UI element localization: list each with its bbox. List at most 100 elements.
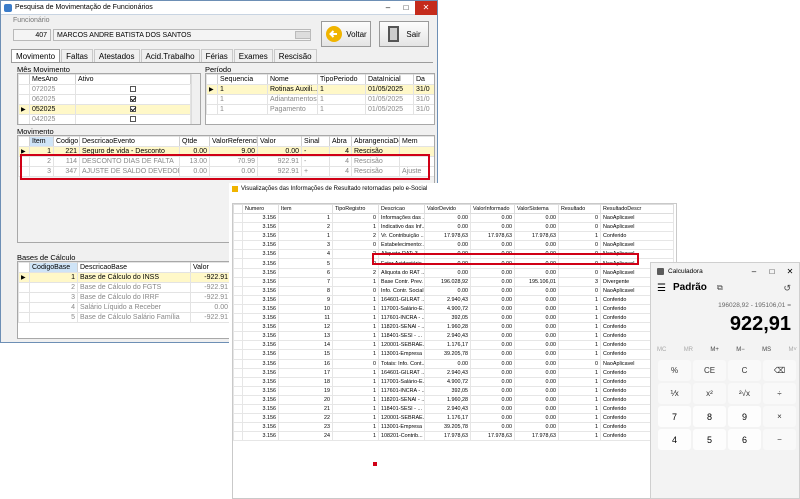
table-row[interactable]: 3.156 17 1 164601-GILRAT ... 2.940,43 0.00 0.0… bbox=[233, 367, 674, 378]
table-row[interactable]: 3 Base de Cálculo do IRRF -922.91 bbox=[18, 292, 230, 303]
col-ativo[interactable]: Ativo bbox=[75, 74, 191, 85]
col-valor[interactable]: Valor bbox=[257, 136, 302, 147]
tab-atestados[interactable]: Atestados bbox=[93, 49, 140, 63]
col-abrangencia[interactable]: AbrangenciaDe bbox=[351, 136, 400, 147]
ce-key[interactable]: CE bbox=[693, 360, 726, 381]
minus-key[interactable]: − bbox=[763, 429, 796, 450]
digit-4-key[interactable]: 4 bbox=[658, 429, 691, 450]
col-qtde[interactable]: Qtde bbox=[179, 136, 210, 147]
square-key[interactable]: x² bbox=[693, 383, 726, 404]
table-row[interactable]: 1 Pagamento 1 01/05/2025 31/0 bbox=[206, 104, 434, 115]
table-row[interactable]: 3.156 11 1 117601-INCRA - ... 392,05 0.00 0.00… bbox=[233, 313, 674, 324]
table-row[interactable]: 3.156 18 1 117001-Salário-E... 4.900,72 0.00 0… bbox=[233, 376, 674, 387]
results-grid[interactable]: Numero Item TipoRegistro Descricao ValorDevi… bbox=[232, 203, 677, 499]
close-button[interactable]: ✕ bbox=[781, 267, 799, 276]
col-datafinal[interactable]: Da bbox=[413, 74, 434, 85]
table-row[interactable]: 3.156 19 1 117601-INCRA - ... 392,05 0.00 0.00… bbox=[233, 385, 674, 396]
ativo-checkbox[interactable] bbox=[130, 96, 136, 103]
col-codigo[interactable]: Codigo bbox=[53, 136, 80, 147]
mr-button[interactable]: MR bbox=[684, 347, 693, 353]
ativo-checkbox[interactable] bbox=[130, 86, 136, 93]
table-row[interactable]: 3.156 6 2 Aliquota do RAT ... 0.00 0.00 0.00 0 N… bbox=[233, 267, 674, 278]
table-row[interactable]: 042025 bbox=[18, 114, 191, 124]
table-row[interactable]: 3.156 1 2 Vr. Contribuição ... 17.978,63 17.9… bbox=[233, 231, 674, 242]
col-descricaoevento[interactable]: DescricaoEvento bbox=[79, 136, 180, 147]
tab-ferias[interactable]: Férias bbox=[200, 49, 233, 63]
table-row[interactable]: 3.156 8 0 Info. Contr. Social... 0.00 0.00 0.0… bbox=[233, 285, 674, 296]
table-row[interactable]: 4 Salário Líquido a Receber 0.00 bbox=[18, 302, 230, 313]
col-descricaobase[interactable]: DescricaoBase bbox=[77, 262, 191, 273]
table-row[interactable]: 3.156 21 1 118401-SESI - ... 2.940,43 0.00 0.0… bbox=[233, 403, 674, 415]
table-row-selected[interactable]: ▶ 1 Rotinas Auxili... 1 01/05/2025 31/0 bbox=[206, 84, 434, 95]
col-descricao[interactable]: Descricao bbox=[378, 204, 425, 214]
minimize-button[interactable]: – bbox=[745, 267, 763, 276]
col-numero[interactable]: Numero bbox=[242, 204, 279, 214]
col-item[interactable]: Item bbox=[29, 136, 54, 147]
voltar-button[interactable]: Voltar bbox=[321, 21, 371, 47]
col-datainicial[interactable]: DataInicial bbox=[365, 74, 414, 85]
digit-5-key[interactable]: 5 bbox=[693, 429, 726, 450]
table-row[interactable]: 5 Base de Cálculo Salário Família -922.91 bbox=[18, 312, 230, 323]
table-row[interactable]: 3.156 2 1 Indicativo das Inf... 0.00 0.00 0.00… bbox=[233, 222, 674, 233]
maximize-button[interactable]: □ bbox=[763, 267, 781, 276]
maximize-button[interactable]: □ bbox=[397, 1, 415, 15]
digit-7-key[interactable]: 7 bbox=[658, 406, 691, 427]
table-row[interactable]: 3.156 24 1 108201-Contrib... 17.978,63 17.978… bbox=[233, 431, 674, 442]
multiply-key[interactable]: × bbox=[763, 406, 796, 427]
ativo-checkbox[interactable] bbox=[130, 116, 136, 123]
tab-acid-trabalho[interactable]: Acid.Trabalho bbox=[140, 49, 200, 63]
bases-grid[interactable]: CodigoBase DescricaoBase Valor ▶ 1 Base de C… bbox=[17, 261, 231, 339]
table-row[interactable]: 3.156 7 1 Base Contr. Prev. ... 196.028,92 0.… bbox=[233, 276, 674, 287]
memory-list-button[interactable]: M˅ bbox=[788, 347, 797, 353]
digit-9-key[interactable]: 9 bbox=[728, 406, 761, 427]
employee-id-field[interactable]: 407 bbox=[13, 29, 51, 41]
table-row[interactable]: 3.156 20 1 118201-SENAI - ... 1.960,28 0.00 0.… bbox=[233, 394, 674, 405]
close-button[interactable]: ✕ bbox=[415, 1, 437, 15]
tab-exames[interactable]: Exames bbox=[233, 49, 273, 63]
ms-button[interactable]: MS bbox=[762, 347, 771, 353]
col-tiporegistro[interactable]: TipoRegistro bbox=[332, 204, 379, 214]
digit-8-key[interactable]: 8 bbox=[693, 406, 726, 427]
reciprocal-key[interactable]: ⅟x bbox=[658, 383, 691, 404]
keep-on-top-icon[interactable]: ⧉ bbox=[717, 283, 723, 293]
col-tipoperiodo[interactable]: TipoPeriodo bbox=[317, 74, 366, 85]
table-row[interactable]: 3.156 14 1 120001-SEBRAE... 1.176,17 0.00 0.00… bbox=[233, 340, 674, 351]
table-row[interactable]: 3.156 13 1 118401-SESI - ... 2.940,43 0.00 0.0… bbox=[233, 331, 674, 342]
table-row[interactable]: 072025 bbox=[18, 84, 191, 95]
table-row-selected[interactable]: ▶ 052025 bbox=[18, 104, 191, 115]
tab-rescisao[interactable]: Rescisão bbox=[273, 49, 317, 63]
col-abra[interactable]: Abra bbox=[329, 136, 352, 147]
col-resultadodescr[interactable]: ResultadoDescr bbox=[600, 204, 674, 214]
col-valorreferencia[interactable]: ValorReferenci bbox=[209, 136, 258, 147]
table-row-selected[interactable]: ▶ 1 Base de Cálculo do INSS -922.91 bbox=[18, 272, 230, 283]
digit-6-key[interactable]: 6 bbox=[728, 429, 761, 450]
m-plus-button[interactable]: M+ bbox=[710, 347, 719, 353]
tab-faltas[interactable]: Faltas bbox=[61, 49, 93, 63]
divide-key[interactable]: ÷ bbox=[763, 383, 796, 404]
col-valor[interactable]: Valor bbox=[190, 262, 230, 273]
employee-name-field[interactable]: MARCOS ANDRE BATISTA DOS SANTOS bbox=[53, 29, 311, 41]
periodo-grid[interactable]: Sequencia Nome TipoPeriodo DataInicial Da ▶ 1… bbox=[205, 73, 435, 125]
sair-button[interactable]: Sair bbox=[379, 21, 429, 47]
table-row[interactable]: 3.156 9 1 164601-GILRAT ... 2.940,43 0.00 0.00… bbox=[233, 294, 674, 305]
col-mem[interactable]: Mem bbox=[399, 136, 434, 147]
scrollbar[interactable] bbox=[191, 74, 200, 124]
table-row[interactable]: 3.156 1 0 Informações das ... 0.00 0.00 0.00 0 N… bbox=[233, 212, 674, 224]
mc-button[interactable]: MC bbox=[657, 347, 666, 353]
percent-key[interactable]: % bbox=[658, 360, 691, 381]
minimize-button[interactable]: – bbox=[379, 1, 397, 15]
col-resultado[interactable]: Resultado bbox=[558, 204, 601, 214]
table-row[interactable]: 3.156 22 1 120001-SEBRAE... 1.176,17 0.00 0.00… bbox=[233, 413, 674, 424]
col-nome[interactable]: Nome bbox=[267, 74, 318, 85]
sqrt-key[interactable]: ²√x bbox=[728, 383, 761, 404]
table-row[interactable]: 2 Base de Cálculo do FGTS -922.91 bbox=[18, 282, 230, 293]
table-row[interactable]: 3.156 12 1 118201-SENAI - ... 1.960,28 0.00 0.… bbox=[233, 322, 674, 333]
lookup-button[interactable] bbox=[295, 31, 311, 39]
table-row[interactable]: 3.156 15 1 113001-Empresa ... 39.205,78 0.00 0… bbox=[233, 349, 674, 360]
table-row[interactable]: 1 Adiantamentos 1 01/05/2025 31/0 bbox=[206, 94, 434, 105]
col-codigobase[interactable]: CodigoBase bbox=[29, 262, 78, 273]
tab-movimento[interactable]: Movimento bbox=[11, 49, 61, 63]
menu-icon[interactable]: ☰ bbox=[657, 283, 666, 294]
table-row[interactable]: 3.156 10 1 117001-Salário-E... 4.900,72 0.00 0… bbox=[233, 303, 674, 315]
col-item[interactable]: Item bbox=[278, 204, 333, 214]
